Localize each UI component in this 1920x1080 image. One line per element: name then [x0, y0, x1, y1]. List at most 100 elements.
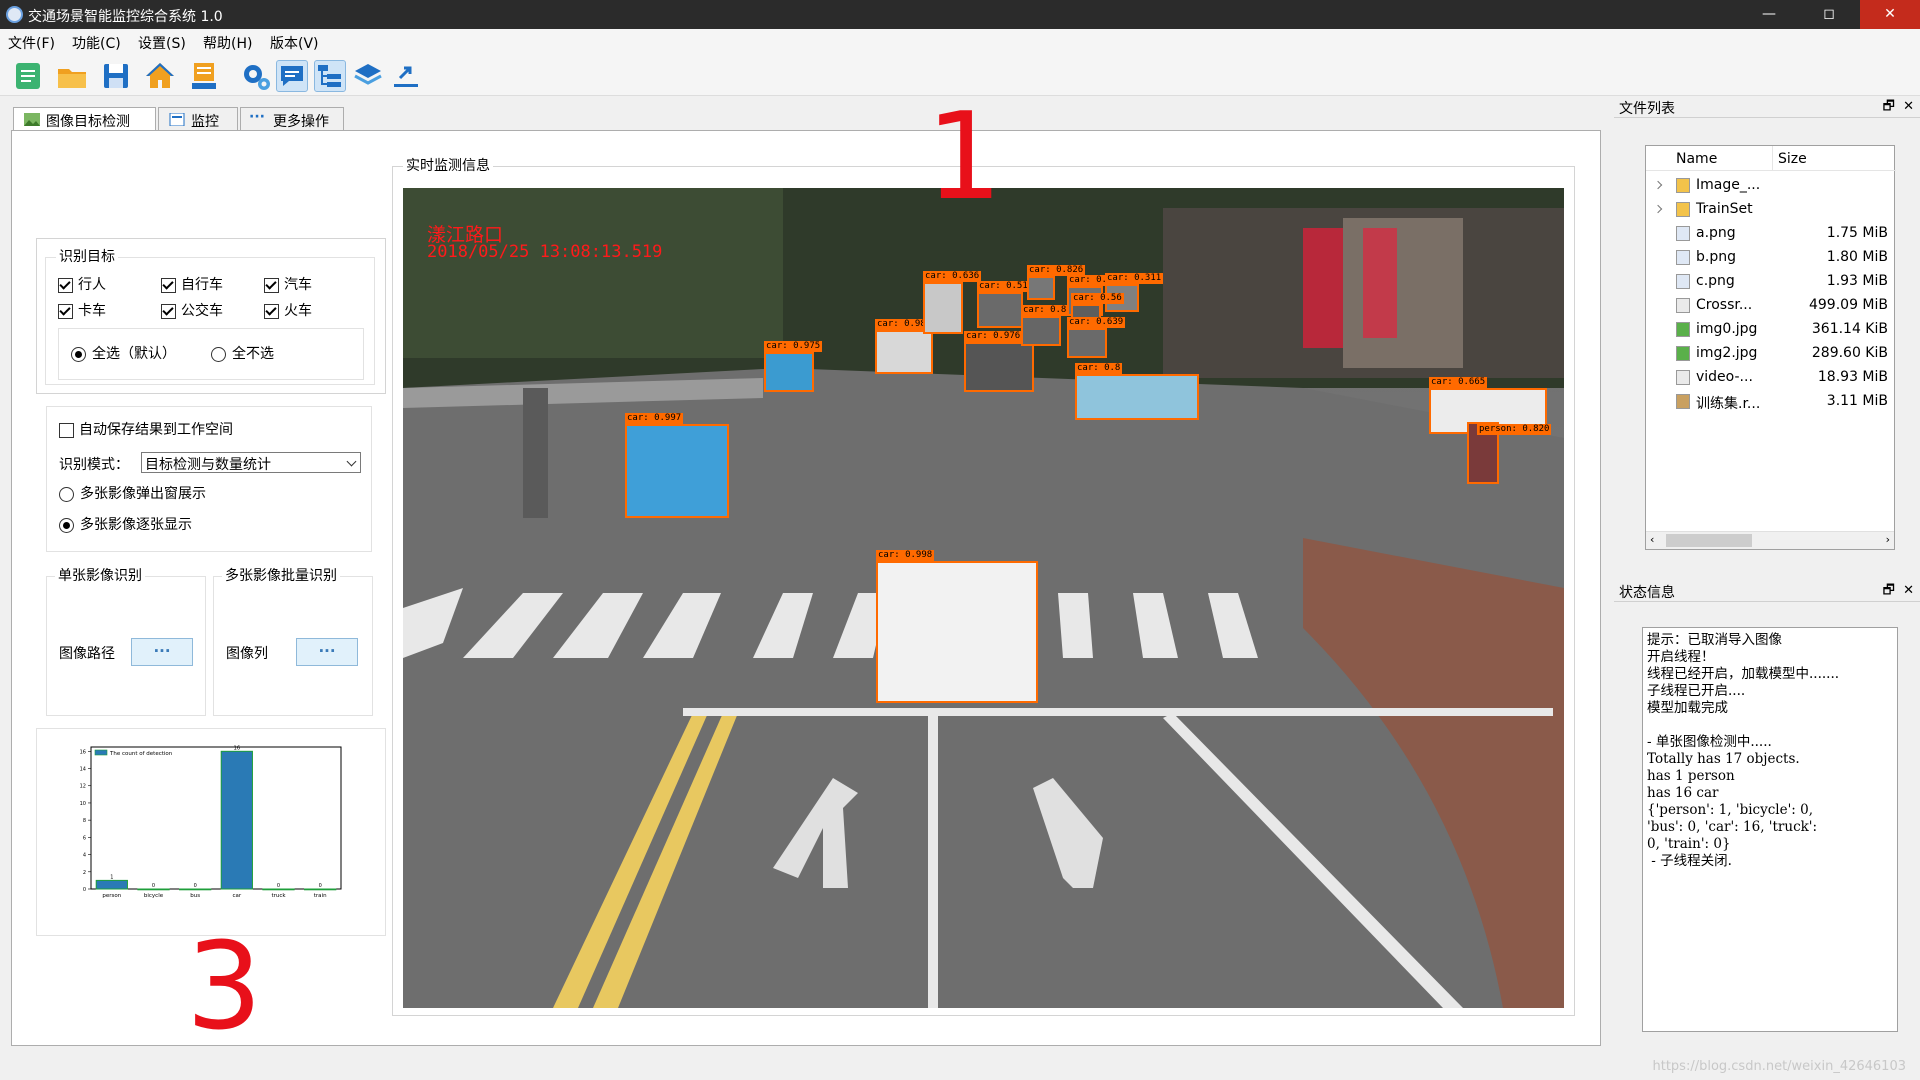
close-button[interactable]: ✕	[1860, 0, 1920, 29]
annotation-1: 1	[926, 88, 1003, 227]
float-icon[interactable]: 🗗	[1883, 99, 1895, 114]
scrollbar-thumb[interactable]	[1666, 534, 1752, 547]
status-panel-title: 状态信息	[1619, 585, 1675, 601]
detection-box: person: 0.820	[1467, 422, 1552, 484]
file-row[interactable]: img0.jpg 361.14 KiB	[1646, 318, 1896, 342]
export-icon[interactable]	[188, 60, 220, 92]
detection-box: car: 0.975	[764, 341, 823, 392]
file-row[interactable]: b.png 1.80 MiB	[1646, 246, 1896, 270]
expand-icon[interactable]	[1653, 204, 1663, 214]
home-icon[interactable]	[144, 60, 176, 92]
checkbox-bicycle[interactable]: 自行车	[161, 278, 223, 293]
bar-value-label: 0	[319, 883, 322, 889]
y-tick-label: 8	[83, 818, 86, 824]
expand-icon[interactable]	[1653, 180, 1663, 190]
menu-function[interactable]: 功能(C)	[72, 33, 121, 53]
browse-image-button[interactable]: ···	[131, 638, 193, 666]
x-tick-label: bus	[190, 893, 200, 899]
file-row[interactable]: c.png 1.93 MiB	[1646, 270, 1896, 294]
file-size: 18.93 MiB	[1817, 369, 1888, 385]
file-size: 1.80 MiB	[1826, 249, 1888, 265]
tab-more[interactable]: ··· 更多操作	[240, 107, 344, 131]
link-icon[interactable]	[390, 60, 422, 92]
column-size[interactable]: Size	[1778, 151, 1807, 167]
detection-box: car: 0.8	[1075, 363, 1199, 420]
save-icon[interactable]	[100, 60, 132, 92]
column-name[interactable]: Name	[1676, 151, 1717, 167]
open-folder-icon[interactable]	[56, 60, 88, 92]
y-tick-label: 16	[80, 749, 86, 755]
radio-popup[interactable]: 多张影像弹出窗展示	[59, 487, 206, 502]
file-icon	[1676, 370, 1690, 385]
scroll-right-icon[interactable]: ›	[1886, 533, 1890, 546]
file-row[interactable]: video-... 18.93 MiB	[1646, 366, 1896, 390]
file-list: Name Size Image_... TrainSet a.png 1.75 MiB…	[1645, 145, 1896, 550]
browse-batch-button[interactable]: ···	[296, 638, 358, 666]
horizontal-scrollbar[interactable]: ‹ ›	[1646, 531, 1894, 549]
file-row[interactable]: img2.jpg 289.60 KiB	[1646, 342, 1896, 366]
detection-label: car: 0.8	[1075, 363, 1123, 374]
radio-select-none[interactable]: 全不选	[211, 347, 274, 362]
float-icon[interactable]: 🗗	[1883, 583, 1895, 598]
jpg-file-icon	[1676, 346, 1690, 361]
menu-settings[interactable]: 设置(S)	[138, 33, 186, 53]
close-icon[interactable]: ✕	[1903, 583, 1914, 598]
file-name: img0.jpg	[1696, 321, 1758, 337]
legend-label: The count of detection	[109, 751, 173, 757]
menu-version[interactable]: 版本(V)	[270, 33, 319, 53]
detection-box: car: 0.886	[1021, 305, 1080, 346]
y-tick-label: 6	[83, 835, 86, 841]
bar-value-label: 16	[234, 745, 240, 751]
file-row[interactable]: a.png 1.75 MiB	[1646, 222, 1896, 246]
minimize-button[interactable]: —	[1746, 0, 1792, 29]
close-icon[interactable]: ✕	[1903, 99, 1914, 114]
layers-icon[interactable]	[352, 60, 384, 92]
mode-select[interactable]: 目标检测与数量统计	[141, 452, 361, 473]
maximize-button[interactable]: ◻	[1806, 0, 1852, 29]
bar-person	[95, 879, 128, 890]
message-icon[interactable]	[276, 60, 308, 92]
detection-label: car: 0.975	[764, 341, 823, 352]
png-file-icon	[1676, 226, 1690, 241]
file-row[interactable]: Crossr... 499.09 MiB	[1646, 294, 1896, 318]
overlay-timestamp: 2018/05/25 13:08:13.519	[427, 242, 663, 262]
bar-bus	[179, 888, 212, 891]
status-log[interactable]: 提示：已取消导入图像 开启线程！ 线程已经开启，加载模型中....... 子线程…	[1642, 627, 1898, 1032]
bar-value-label: 0	[277, 883, 280, 889]
file-row[interactable]: 训练集.r... 3.11 MiB	[1646, 390, 1896, 414]
menu-bar: 文件(F) 功能(C) 设置(S) 帮助(H) 版本(V)	[0, 29, 1920, 54]
x-tick-label: train	[314, 893, 327, 899]
watermark: https://blog.csdn.net/weixin_42646103	[1652, 1059, 1906, 1074]
radio-sequential[interactable]: 多张影像逐张显示	[59, 518, 192, 533]
checkbox-bus[interactable]: 公交车	[161, 304, 223, 319]
scroll-left-icon[interactable]: ‹	[1650, 533, 1654, 546]
checkbox-train[interactable]: 火车	[264, 304, 312, 319]
png-file-icon	[1676, 274, 1690, 289]
file-panel-header: 文件列表 🗗 ✕	[1614, 96, 1920, 118]
batch-title: 多张影像批量识别	[222, 568, 340, 584]
checkbox-truck[interactable]: 卡车	[58, 304, 106, 319]
y-tick-label: 2	[83, 870, 86, 876]
detection-box: car: 0.516	[977, 281, 1036, 328]
radio-select-all[interactable]: 全选（默认）	[71, 347, 176, 362]
tab-image-detection[interactable]: 图像目标检测	[13, 107, 156, 132]
menu-help[interactable]: 帮助(H)	[203, 33, 252, 53]
file-row[interactable]: Image_...	[1646, 174, 1896, 198]
x-tick-label: person	[102, 893, 121, 899]
file-row[interactable]: TrainSet	[1646, 198, 1896, 222]
y-tick-label: 4	[83, 853, 86, 859]
file-size: 1.75 MiB	[1826, 225, 1888, 241]
monitor-title: 实时监测信息	[403, 158, 493, 174]
checkbox-car[interactable]: 汽车	[264, 278, 312, 293]
checkbox-person[interactable]: 行人	[58, 278, 106, 293]
new-icon[interactable]	[12, 60, 44, 92]
chevron-down-icon	[346, 456, 357, 467]
menu-file[interactable]: 文件(F)	[8, 33, 55, 53]
y-tick-label: 14	[80, 767, 86, 773]
tab-monitor[interactable]: 监控	[158, 107, 238, 131]
settings-icon[interactable]	[240, 60, 272, 92]
detection-box: car: 0.998	[876, 550, 1038, 703]
autosave-checkbox[interactable]: 自动保存结果到工作空间	[59, 423, 233, 438]
file-name: a.png	[1696, 225, 1736, 241]
tree-icon[interactable]	[314, 60, 346, 92]
